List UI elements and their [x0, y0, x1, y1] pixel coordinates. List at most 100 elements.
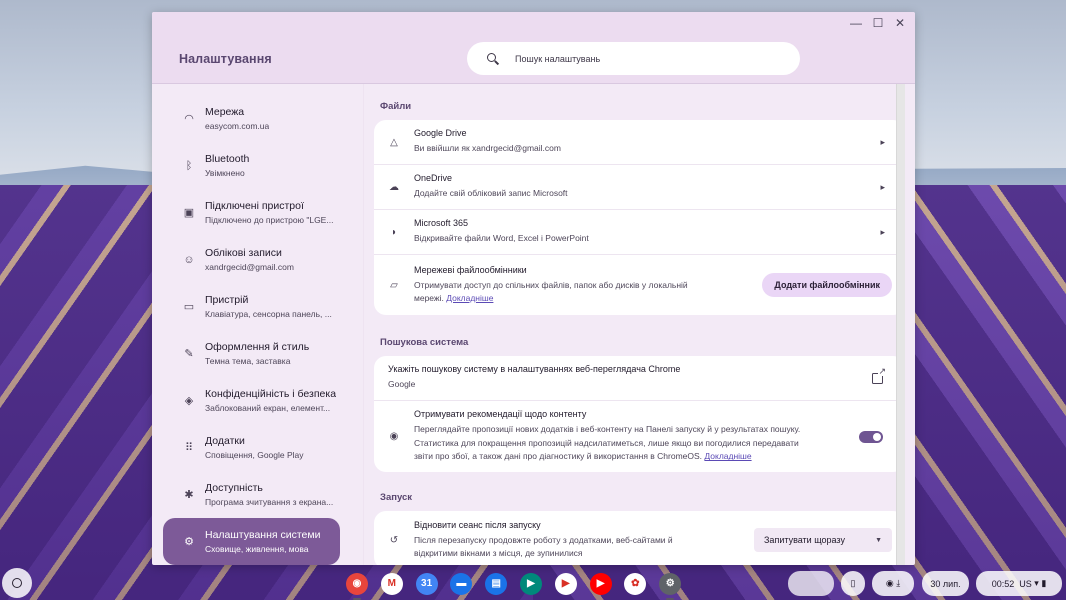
sidebar-item-label: Оформлення й стиль	[205, 341, 310, 353]
gmail-icon[interactable]: M	[380, 572, 403, 595]
launcher-icon	[12, 578, 22, 588]
recommendation-icon: ◉	[389, 431, 399, 442]
meet-icon[interactable]: ▶	[519, 572, 542, 595]
close-button[interactable]: ✕	[889, 12, 911, 34]
scrollbar[interactable]	[896, 84, 905, 565]
youtube-icon-glyph: ▶	[596, 578, 605, 589]
network-shares-subtitle: Отримувати доступ до спільних файлів, па…	[414, 279, 688, 304]
chrome-icon[interactable]: ◉	[346, 572, 368, 600]
meet-icon-glyph: ▶	[527, 578, 535, 589]
open-in-new-icon[interactable]	[872, 366, 886, 384]
sidebar-item-subtitle: Заблокований екран, елемент...	[205, 403, 331, 413]
settings-app-icon[interactable]: ⚙	[659, 572, 682, 600]
sidebar-item-subtitle: xandrgecid@gmail.com	[205, 262, 294, 272]
sidebar-item[interactable]: ᛒ Bluetooth Увімкнено	[163, 142, 340, 189]
youtube-icon[interactable]: ▶	[589, 572, 612, 595]
date-tray[interactable]: 30 лип.	[922, 571, 969, 596]
microsoft-365-title: Microsoft 365	[414, 218, 469, 229]
search-icon	[487, 52, 499, 65]
page-title: Налаштування	[179, 52, 272, 66]
chevron-down-icon: ▼	[875, 536, 882, 544]
search-engine-row-value: Google	[388, 379, 416, 390]
calendar-icon[interactable]: 31	[415, 572, 438, 595]
sidebar-item-label: Додатки	[205, 435, 245, 447]
play-store-icon[interactable]: ▶	[554, 572, 577, 595]
row-google-drive[interactable]: △ Google Drive Ви ввійшли як xandrgecid@…	[374, 120, 905, 165]
chevron-right-icon: ▸	[880, 181, 885, 192]
files-icon[interactable]: ▬	[450, 572, 473, 595]
onedrive-title: OneDrive	[414, 173, 453, 184]
sidebar-item-subtitle: Темна тема, заставка	[205, 356, 291, 366]
onedrive-cloud-icon: ☁	[389, 181, 399, 193]
sidebar-item[interactable]: ◠ Мережа easycom.com.ua	[163, 95, 340, 142]
sidebar-item[interactable]: ⚙ Налаштування системи Сховище, живлення, …	[163, 518, 340, 565]
learn-more-link[interactable]: Докладніше	[446, 293, 493, 303]
section-title-files: Файли	[380, 101, 412, 112]
sidebar-item-label: Мережа	[205, 106, 245, 118]
photos-icon[interactable]: ✿	[624, 572, 647, 595]
sidebar-item[interactable]: ▣ Підключені пристрої Підключено до пристр…	[163, 189, 340, 236]
search-input[interactable]	[515, 53, 775, 64]
search-engine-card: Укажіть пошукову систему в налаштуваннях…	[374, 356, 905, 472]
holding-space-button[interactable]: ◉ ⤓	[872, 571, 914, 596]
paintbrush-icon: ✎	[184, 348, 194, 360]
chrome-icon-glyph: ◉	[352, 578, 362, 589]
google-drive-title: Google Drive	[414, 128, 467, 139]
sidebar-item[interactable]: ◈ Конфіденційність і безпека Заблокований …	[163, 377, 340, 424]
minimize-button[interactable]: —	[845, 12, 867, 34]
sidebar-item[interactable]: ✱ Доступність Програма зчитування з екрана…	[163, 471, 340, 518]
battery-icon: ▮	[1041, 578, 1047, 588]
sidebar-item[interactable]: ⠿ Додатки Сповіщення, Google Play	[163, 424, 340, 471]
status-tray[interactable]: 00:52 US ▾ ▮	[976, 571, 1062, 596]
shelf: ◉ M 31 ▬ ▤ ▶ ▶ ▶ ✿ ⚙ ▯ ◉ ⤓ 30 лип. 00:52 US ▾ ▮	[0, 567, 1066, 600]
sidebar-item-label: Bluetooth	[205, 153, 250, 165]
search-engine-row-title: Укажіть пошукову систему в налаштуваннях…	[388, 364, 681, 375]
chevron-right-icon: ▸	[880, 226, 885, 237]
messages-icon[interactable]: ▤	[485, 572, 508, 595]
microsoft-365-icon: ◗	[390, 226, 398, 238]
settings-header: Налаштування	[152, 34, 915, 84]
row-chrome-search-engine[interactable]: Укажіть пошукову систему в налаштуваннях…	[374, 356, 905, 401]
restore-session-description: Після перезапуску продовжте роботу з дод…	[414, 534, 673, 559]
sidebar-item[interactable]: ☺ Облікові записи xandrgecid@gmail.com	[163, 236, 340, 283]
tray-media-preview[interactable]	[788, 571, 834, 596]
network-shares-title: Мережеві файлообмінники	[414, 264, 527, 275]
clock: 00:52	[991, 578, 1015, 589]
sidebar-item-label: Підключені пристрої	[205, 200, 304, 212]
restore-session-select[interactable]: Запитувати щоразу ▼	[754, 528, 892, 552]
sidebar-item[interactable]: ▭ Пристрій Клавіатура, сенсорна панель, ..…	[163, 283, 340, 330]
settings-window: — ☐ ✕ Налаштування ◠ Мережа easycom.com.ua…	[152, 12, 915, 565]
row-onedrive[interactable]: ☁ OneDrive Додайте свій обліковий запис …	[374, 165, 905, 210]
sidebar-item-subtitle: Сховище, живлення, мова	[205, 544, 309, 554]
phone-hub-button[interactable]: ▯	[841, 571, 865, 596]
google-drive-icon: △	[390, 136, 398, 148]
sidebar-item[interactable]: ✎ Оформлення й стиль Темна тема, заставка	[163, 330, 340, 377]
recommendations-toggle[interactable]	[859, 430, 883, 443]
app-dock: ◉ M 31 ▬ ▤ ▶ ▶ ▶ ✿ ⚙	[338, 567, 728, 600]
section-title-search-engine: Пошукова система	[380, 337, 469, 348]
row-network-file-shares: ▱ Мережеві файлообмінники Отримувати дос…	[374, 255, 905, 315]
row-microsoft-365[interactable]: ◗ Microsoft 365 Відкривайте файли Word, …	[374, 210, 905, 255]
sidebar-item-label: Доступність	[205, 482, 263, 494]
learn-more-link[interactable]: Докладніше	[704, 451, 751, 461]
wifi-icon: ◠	[184, 113, 194, 125]
history-icon: ↺	[389, 534, 399, 546]
wifi-status-icon: ▾	[1034, 578, 1039, 588]
chevron-right-icon: ▸	[880, 136, 885, 147]
messages-icon-glyph: ▤	[491, 578, 501, 589]
apps-grid-icon: ⠿	[184, 442, 194, 454]
sidebar-item-subtitle: Клавіатура, сенсорна панель, ...	[205, 309, 332, 319]
settings-app-icon-glyph: ⚙	[665, 578, 675, 589]
sidebar-item-label: Облікові записи	[205, 247, 282, 259]
microsoft-365-subtitle: Відкривайте файли Word, Excel і PowerPoi…	[414, 233, 589, 244]
maximize-button[interactable]: ☐	[867, 12, 889, 34]
sidebar-item-label: Пристрій	[205, 294, 249, 306]
connected-devices-icon: ▣	[183, 207, 195, 219]
files-icon-glyph: ▬	[456, 578, 467, 589]
search-box[interactable]	[467, 42, 800, 75]
launcher-button[interactable]	[2, 568, 32, 598]
settings-body: ◠ Мережа easycom.com.ua ᛒ Bluetooth Увімкнено…	[152, 84, 915, 565]
recommendations-title: Отримувати рекомендації щодо контенту	[414, 409, 587, 420]
add-file-share-button[interactable]: Додати файлообмінник	[762, 273, 892, 297]
window-titlebar[interactable]: — ☐ ✕	[152, 12, 915, 34]
